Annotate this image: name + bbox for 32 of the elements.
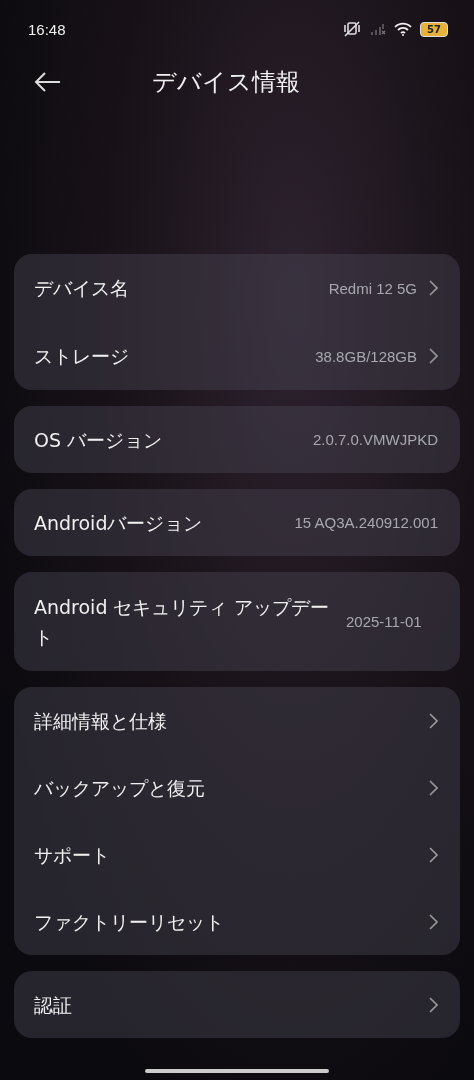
settings-row[interactable]: Androidバージョン 15 AQ3A.240912.001 — [14, 489, 460, 556]
settings-row[interactable]: バックアップと復元 — [14, 754, 460, 821]
signal-icon — [370, 23, 387, 35]
row-label: Androidバージョン — [34, 510, 204, 536]
row-value: Redmi 12 5G — [328, 279, 417, 297]
row-label: バックアップと復元 — [34, 775, 206, 801]
status-time: 16:48 — [28, 20, 66, 38]
row-value: 2.0.7.0.VMWJPKD — [312, 431, 438, 448]
row-label: OS バージョン — [34, 427, 164, 453]
battery-icon: 57 — [420, 21, 448, 37]
wifi-icon — [394, 22, 413, 36]
row-value: 38.8GB/128GB — [315, 347, 417, 365]
row-label: Android セキュリティ アップデート — [34, 594, 330, 650]
row-value: 15 AQ3A.240912.001 — [294, 514, 438, 531]
settings-row[interactable]: ファクトリーリセット — [14, 888, 460, 955]
row-label: ストレージ — [34, 344, 130, 369]
back-arrow-icon — [34, 72, 62, 92]
page-title: デバイス情報 — [152, 67, 300, 98]
row-label: ファクトリーリセット — [34, 909, 225, 935]
row-label: サポート — [34, 842, 111, 868]
vibrate-off-icon — [342, 21, 363, 37]
row-label: 詳細情報と仕様 — [34, 708, 168, 734]
row-label: 認証 — [34, 992, 73, 1018]
settings-row[interactable]: OS バージョン 2.0.7.0.VMWJPKD — [14, 406, 460, 473]
settings-row[interactable]: ストレージ 38.8GB/128GB — [14, 322, 460, 390]
settings-row[interactable]: 認証 — [14, 971, 460, 1038]
settings-row[interactable]: サポート — [14, 821, 460, 888]
settings-row[interactable]: Android セキュリティ アップデート 2025-11-01 — [14, 572, 460, 671]
row-value: 2025-11-01 — [346, 613, 422, 630]
settings-row[interactable]: デバイス名 Redmi 12 5G — [14, 254, 460, 322]
settings-row[interactable]: 詳細情報と仕様 — [14, 687, 460, 754]
row-label: デバイス名 — [34, 276, 130, 301]
